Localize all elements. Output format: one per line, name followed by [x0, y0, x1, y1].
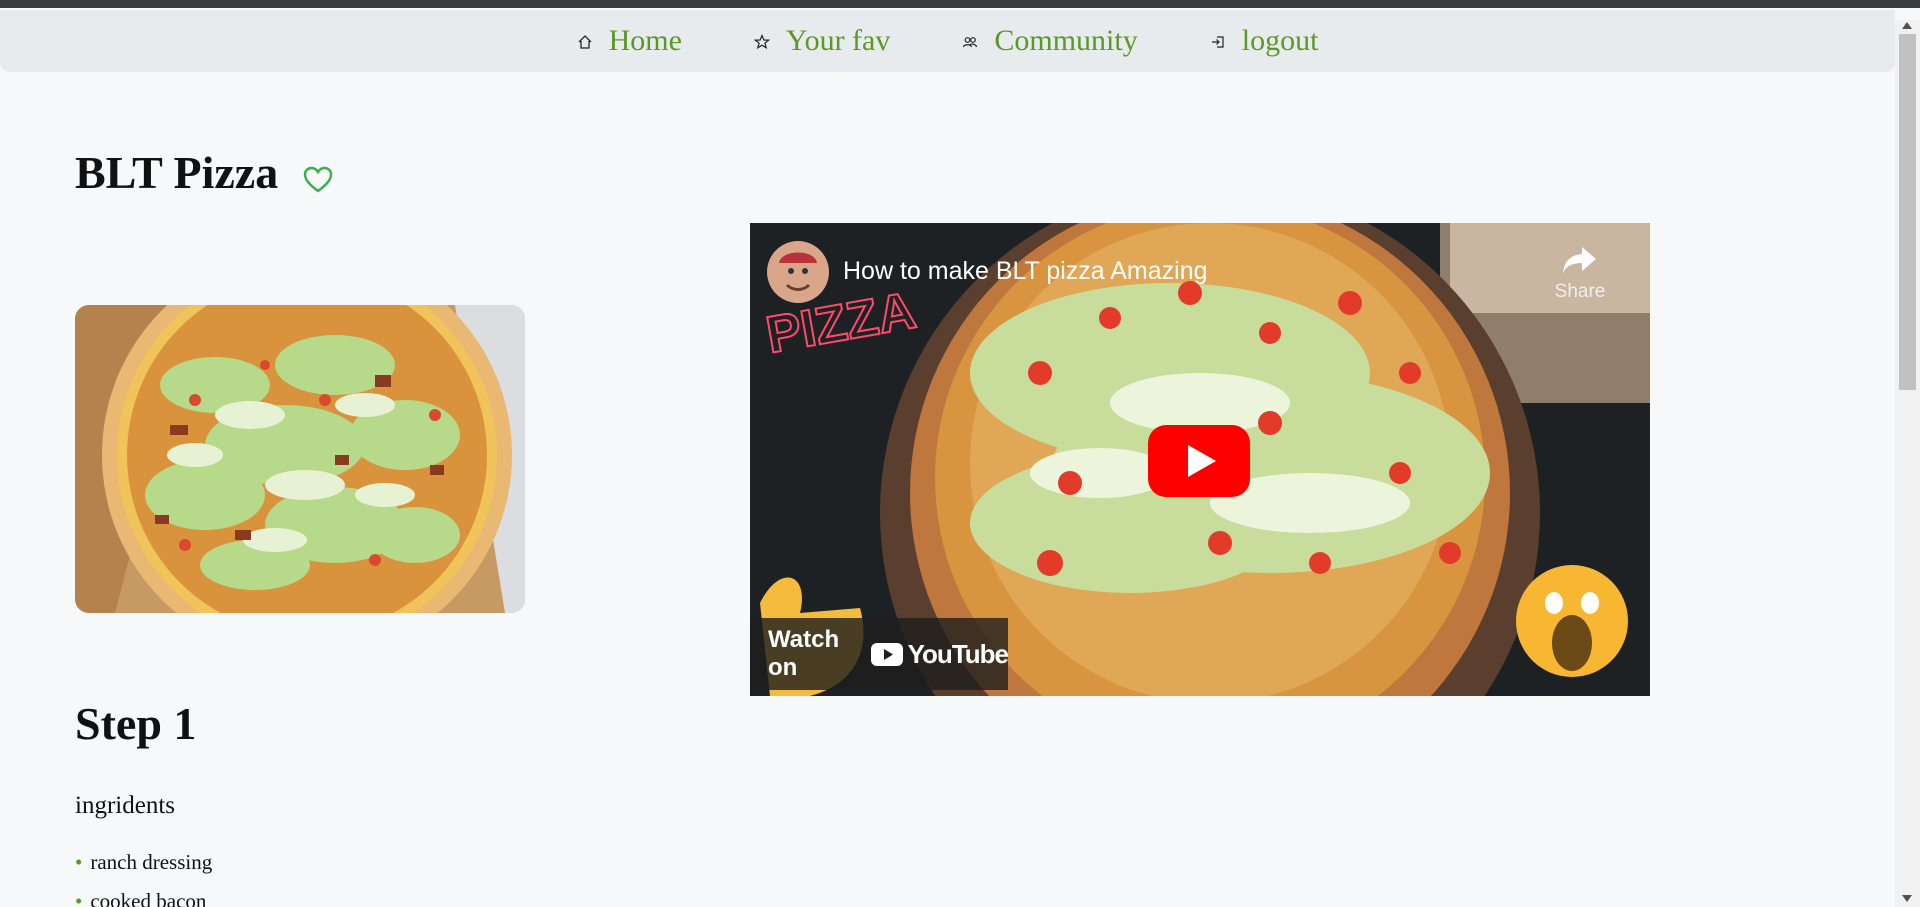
scroll-down-icon[interactable] [1902, 895, 1912, 902]
nav-item-your-fav[interactable]: Your fav [753, 24, 891, 58]
play-button[interactable] [1148, 425, 1250, 497]
nav-item-logout[interactable]: logout [1210, 24, 1319, 58]
star-icon [753, 24, 771, 58]
ingredients-list: • ranch dressing • cooked bacon [75, 850, 212, 907]
avatar[interactable] [767, 241, 829, 303]
ingredients-heading: ingridents [75, 792, 175, 819]
people-icon [962, 24, 978, 58]
scroll-thumb[interactable] [1899, 34, 1916, 390]
recipe-header: BLT Pizza [75, 146, 334, 199]
nav-item-label: logout [1241, 24, 1319, 57]
share-icon [1563, 247, 1596, 273]
list-item: • cooked bacon [75, 889, 212, 907]
nav-item-label: Community [994, 24, 1138, 57]
home-icon [577, 24, 593, 58]
window-top-bar [0, 0, 1920, 8]
watch-on-youtube-button[interactable]: Watch on YouTube [750, 618, 1009, 690]
bullet-icon: • [75, 850, 83, 874]
youtube-embed[interactable]: PIZZA How to make BLT pizza Amazing Shar… [750, 223, 1650, 696]
scroll-up-icon[interactable] [1902, 22, 1912, 29]
page-title: BLT Pizza [75, 147, 279, 198]
list-item: • ranch dressing [75, 850, 212, 875]
nav-item-home[interactable]: Home [577, 24, 682, 58]
watch-on-label: Watch on [768, 626, 840, 681]
youtube-label: YouTube [907, 638, 1009, 669]
youtube-icon [870, 642, 903, 666]
video-title[interactable]: How to make BLT pizza Amazing [843, 257, 1208, 286]
step-title: Step 1 [75, 698, 197, 749]
nav-item-community[interactable]: Community [962, 24, 1138, 58]
nav-item-label: Home [608, 24, 682, 57]
ingredient-label: cooked bacon [90, 889, 207, 907]
navbar: Home Your fav Community logout [0, 10, 1895, 72]
logout-icon [1210, 24, 1226, 58]
scrollbar[interactable] [1895, 20, 1920, 907]
nav-item-label: Your fav [785, 24, 891, 57]
share-label: Share [1554, 281, 1606, 302]
ingredient-label: ranch dressing [90, 850, 213, 874]
heart-outline-icon[interactable] [302, 164, 334, 196]
recipe-image [75, 305, 525, 613]
share-button[interactable]: Share [1550, 245, 1610, 303]
bullet-icon: • [75, 889, 83, 907]
youtube-logo: YouTube [870, 638, 1009, 670]
